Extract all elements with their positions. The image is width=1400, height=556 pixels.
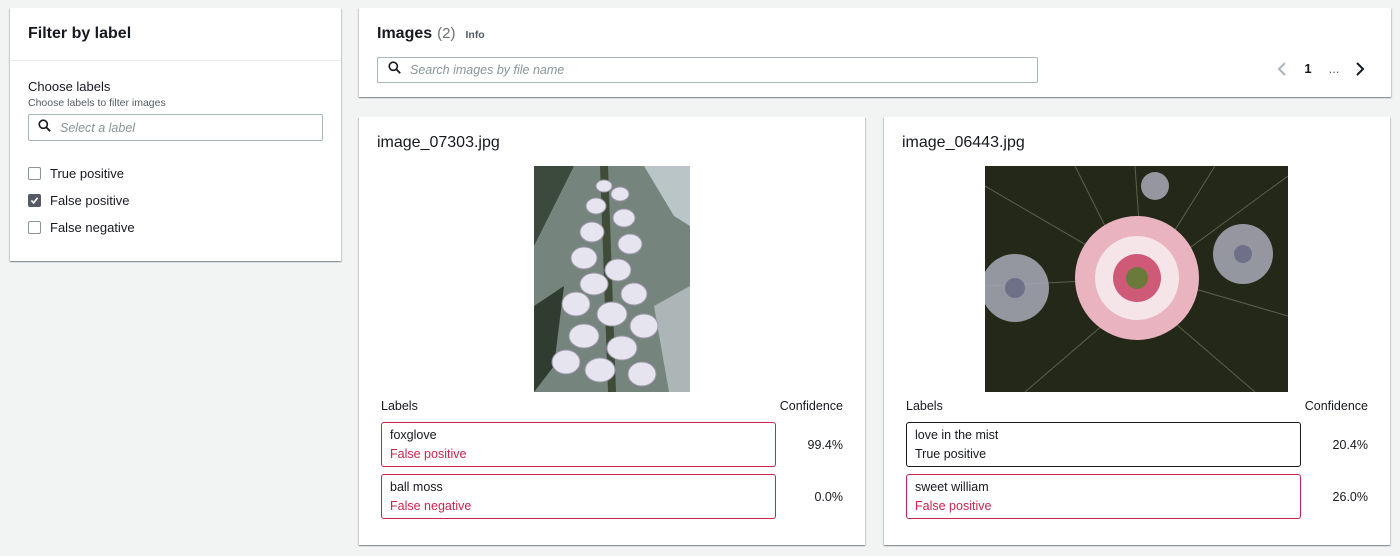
filter-option-false-positive[interactable]: False positive xyxy=(28,187,323,214)
image-file-name: image_07303.jpg xyxy=(377,134,500,151)
label-status: False positive xyxy=(915,499,992,513)
filter-option-label: False negative xyxy=(50,220,135,235)
label-status: False negative xyxy=(390,499,472,513)
image-card: image_07303.jpg Labels Confidence foxglo… xyxy=(359,117,865,545)
choose-labels-description: Choose labels to filter images xyxy=(28,97,166,109)
choose-labels-title: Choose labels xyxy=(28,79,111,94)
filter-option-label: False positive xyxy=(50,193,130,208)
label-select-placeholder: Select a label xyxy=(60,120,136,135)
checkbox-checked[interactable] xyxy=(28,194,41,207)
images-title: Images xyxy=(377,25,433,42)
confidence-column-header: Confidence xyxy=(1304,399,1368,413)
label-item[interactable]: foxglove False positive xyxy=(381,422,776,467)
label-confidence: 0.0% xyxy=(814,490,844,504)
info-link[interactable]: Info xyxy=(465,29,484,41)
pagination: 1 ... xyxy=(1269,61,1373,76)
checkbox[interactable] xyxy=(28,167,41,180)
image-thumbnail xyxy=(534,165,690,397)
label-name: love in the mist xyxy=(915,428,999,442)
label-confidence: 20.4% xyxy=(1332,438,1368,452)
filter-panel: Filter by label Choose labels Choose lab… xyxy=(10,8,341,261)
label-select[interactable]: Select a label xyxy=(28,114,323,141)
checkbox[interactable] xyxy=(28,221,41,234)
filter-option-true-positive[interactable]: True positive xyxy=(28,160,323,187)
pagination-ellipsis: ... xyxy=(1328,61,1340,76)
label-status: True positive xyxy=(915,447,987,461)
image-thumbnail xyxy=(981,165,1289,397)
filter-option-label: True positive xyxy=(50,166,124,181)
confidence-column-header: Confidence xyxy=(779,399,843,413)
chevron-right-icon[interactable] xyxy=(1347,61,1373,76)
label-status: False positive xyxy=(390,447,467,461)
search-placeholder: Search images by file name xyxy=(410,63,565,77)
image-card: image_06443.jpg Labels Confidence love i… xyxy=(884,117,1390,545)
labels-column-header: Labels xyxy=(906,399,943,413)
check-icon xyxy=(30,197,39,204)
foxglove-image xyxy=(534,165,690,393)
label-item[interactable]: love in the mist True positive xyxy=(906,422,1301,467)
label-item[interactable]: ball moss False negative xyxy=(381,474,776,519)
love-in-the-mist-image xyxy=(981,165,1289,393)
label-item[interactable]: sweet william False positive xyxy=(906,474,1301,519)
label-confidence: 26.0% xyxy=(1332,490,1368,504)
label-name: ball moss xyxy=(390,480,443,494)
filter-title: Filter by label xyxy=(10,8,341,61)
page-number-current[interactable]: 1 xyxy=(1295,61,1321,76)
labels-column-header: Labels xyxy=(381,399,418,413)
image-file-name: image_06443.jpg xyxy=(902,134,1025,151)
label-name: sweet william xyxy=(915,480,989,494)
search-icon xyxy=(388,61,401,79)
images-count: (2) xyxy=(437,25,456,42)
search-icon xyxy=(38,118,51,137)
image-search-input[interactable]: Search images by file name xyxy=(377,57,1038,83)
chevron-left-icon[interactable] xyxy=(1269,61,1295,76)
images-header-panel: Images (2) Info Search images by file na… xyxy=(359,8,1391,97)
label-confidence: 99.4% xyxy=(807,438,843,452)
filter-option-false-negative[interactable]: False negative xyxy=(28,214,323,241)
label-name: foxglove xyxy=(390,428,437,442)
